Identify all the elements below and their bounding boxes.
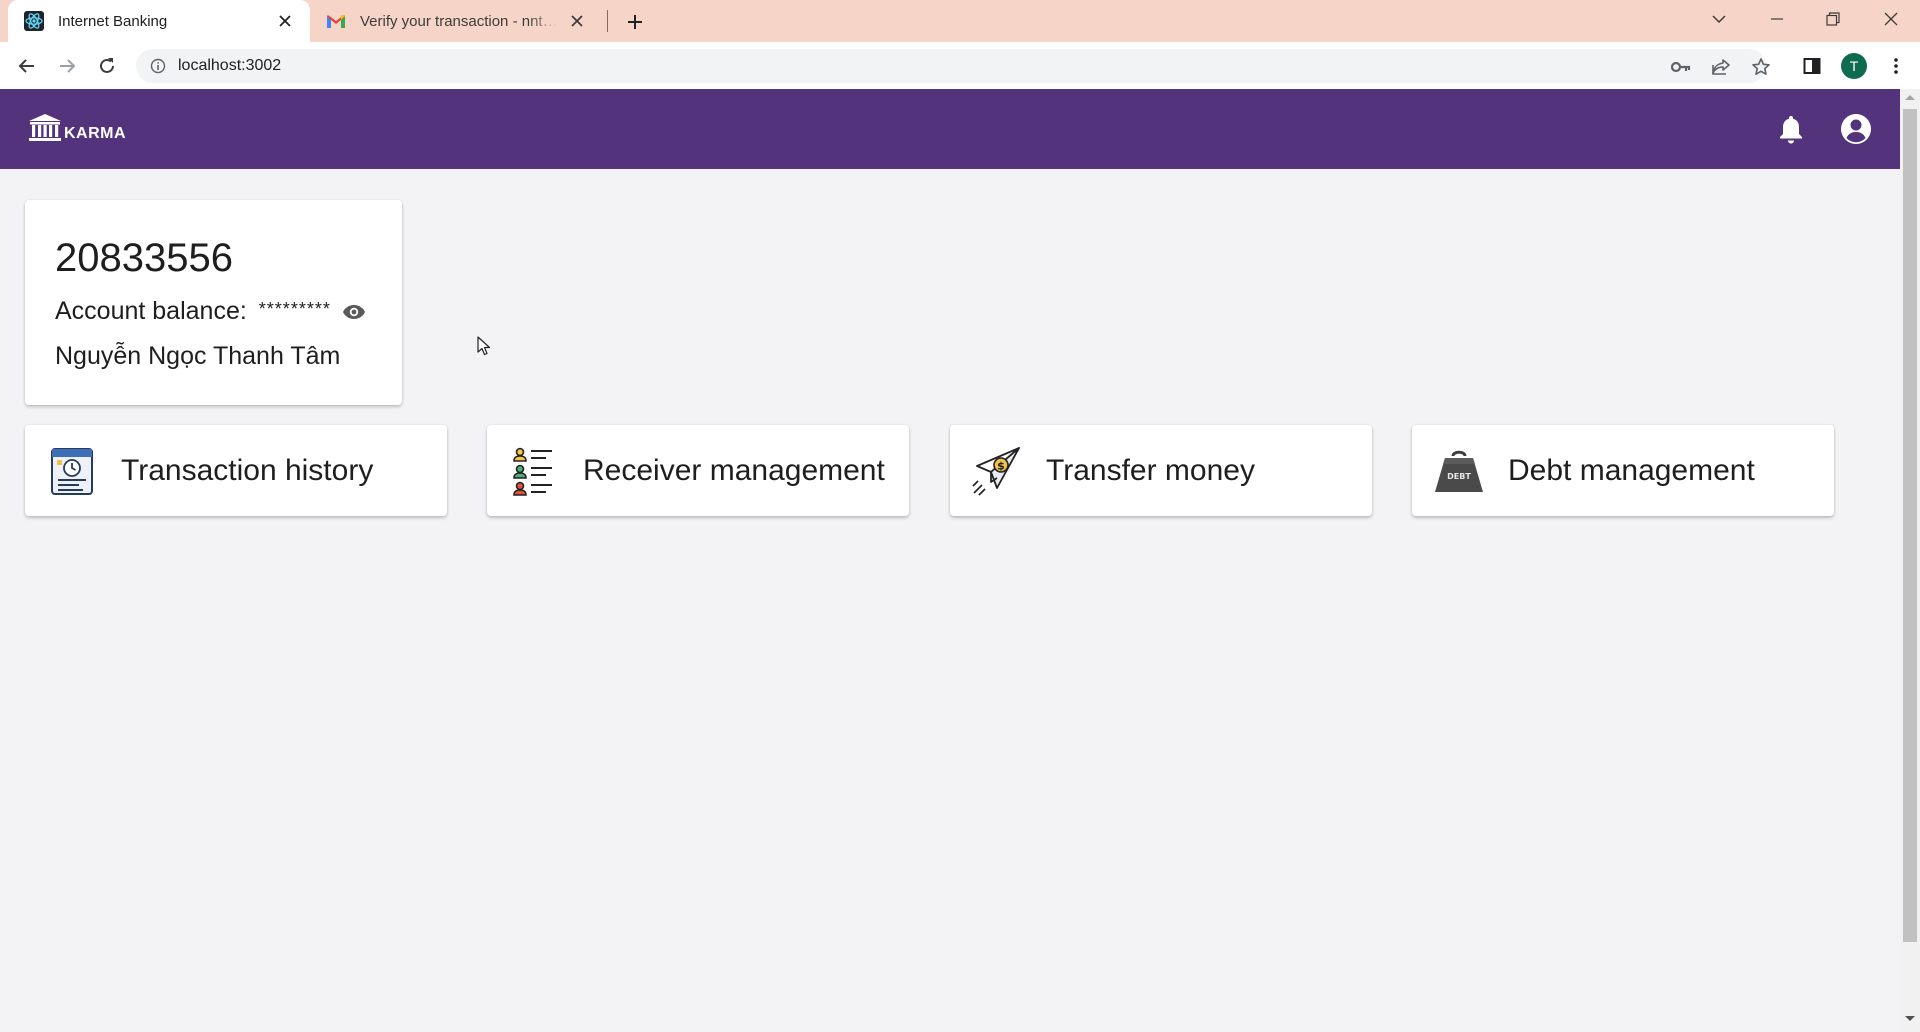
account-holder-name: Nguyễn Ngọc Thanh Tâm (55, 342, 341, 370)
bookmark-star-icon[interactable] (1750, 56, 1772, 78)
tab-search-chevron-icon[interactable] (1701, 4, 1737, 34)
site-info-icon[interactable] (148, 56, 168, 76)
page-scrollbar[interactable] (1900, 89, 1920, 1032)
reload-icon[interactable] (91, 50, 123, 82)
address-bar[interactable]: localhost:3002 (136, 49, 1770, 83)
close-tab-icon[interactable] (274, 10, 296, 32)
show-balance-eye-icon[interactable] (341, 301, 367, 323)
receiver-list-icon (507, 444, 561, 498)
scroll-down-arrow-icon[interactable] (1904, 1015, 1916, 1023)
close-tab-icon[interactable] (566, 10, 588, 32)
debt-weight-icon: DEBT (1432, 444, 1486, 498)
tab-title: Internet Banking (58, 12, 168, 30)
menu-label: Transfer money (1046, 453, 1255, 487)
profile-avatar[interactable]: T (1838, 50, 1870, 82)
menu-label: Receiver management (583, 453, 885, 487)
tab-gmail-verify[interactable]: Verify your transaction - nnttam1 (312, 0, 602, 42)
transaction-history-icon (45, 444, 99, 498)
tab-internet-banking[interactable]: Internet Banking (8, 0, 310, 42)
side-panel-icon[interactable] (1796, 50, 1828, 82)
karma-logo[interactable]: KARMA (28, 113, 126, 148)
menu-label: Debt management (1508, 453, 1755, 487)
forward-arrow-icon[interactable] (51, 50, 83, 82)
tab-title: Verify your transaction - nnttam1 (360, 12, 558, 30)
transfer-money-card[interactable]: $ Transfer money (950, 425, 1372, 516)
scroll-thumb[interactable] (1903, 109, 1917, 942)
svg-text:$: $ (997, 459, 1005, 472)
react-icon (24, 11, 44, 31)
debt-management-card[interactable]: DEBT Debt management (1412, 425, 1834, 516)
paper-plane-money-icon: $ (970, 444, 1024, 498)
browser-toolbar: localhost:3002 T (0, 42, 1920, 89)
balance-row: Account balance: ********* (55, 297, 367, 326)
bank-building-icon (28, 113, 62, 148)
transaction-history-card[interactable]: Transaction history (25, 425, 447, 516)
menu-label: Transaction history (121, 453, 374, 487)
key-icon[interactable] (1670, 56, 1692, 78)
more-menu-icon[interactable] (1880, 50, 1912, 82)
share-icon[interactable] (1710, 56, 1732, 78)
app-header: KARMA (0, 89, 1900, 169)
mouse-cursor-icon (477, 336, 491, 356)
tab-separator (607, 10, 608, 32)
svg-text:DEBT: DEBT (1447, 472, 1471, 481)
account-circle-icon[interactable] (1840, 113, 1872, 145)
notification-bell-icon[interactable] (1776, 113, 1806, 145)
brand-name: KARMA (64, 124, 127, 142)
close-window-icon[interactable] (1873, 4, 1909, 34)
gmail-icon (326, 11, 346, 31)
url-text: localhost:3002 (178, 57, 282, 74)
balance-label: Account balance: (55, 297, 247, 325)
browser-tab-bar: Internet Banking Verify your transaction… (0, 0, 1920, 42)
account-card: 20833556 Account balance: ********* Nguy… (25, 200, 402, 405)
new-tab-button[interactable] (622, 9, 648, 35)
restore-icon[interactable] (1815, 4, 1851, 34)
account-number: 20833556 (55, 236, 233, 280)
back-arrow-icon[interactable] (11, 50, 43, 82)
balance-value-masked: ********* (258, 299, 331, 319)
scroll-up-arrow-icon[interactable] (1904, 93, 1916, 101)
receiver-management-card[interactable]: Receiver management (487, 425, 909, 516)
minimize-icon[interactable] (1759, 4, 1795, 34)
profile-initial: T (1841, 53, 1867, 79)
